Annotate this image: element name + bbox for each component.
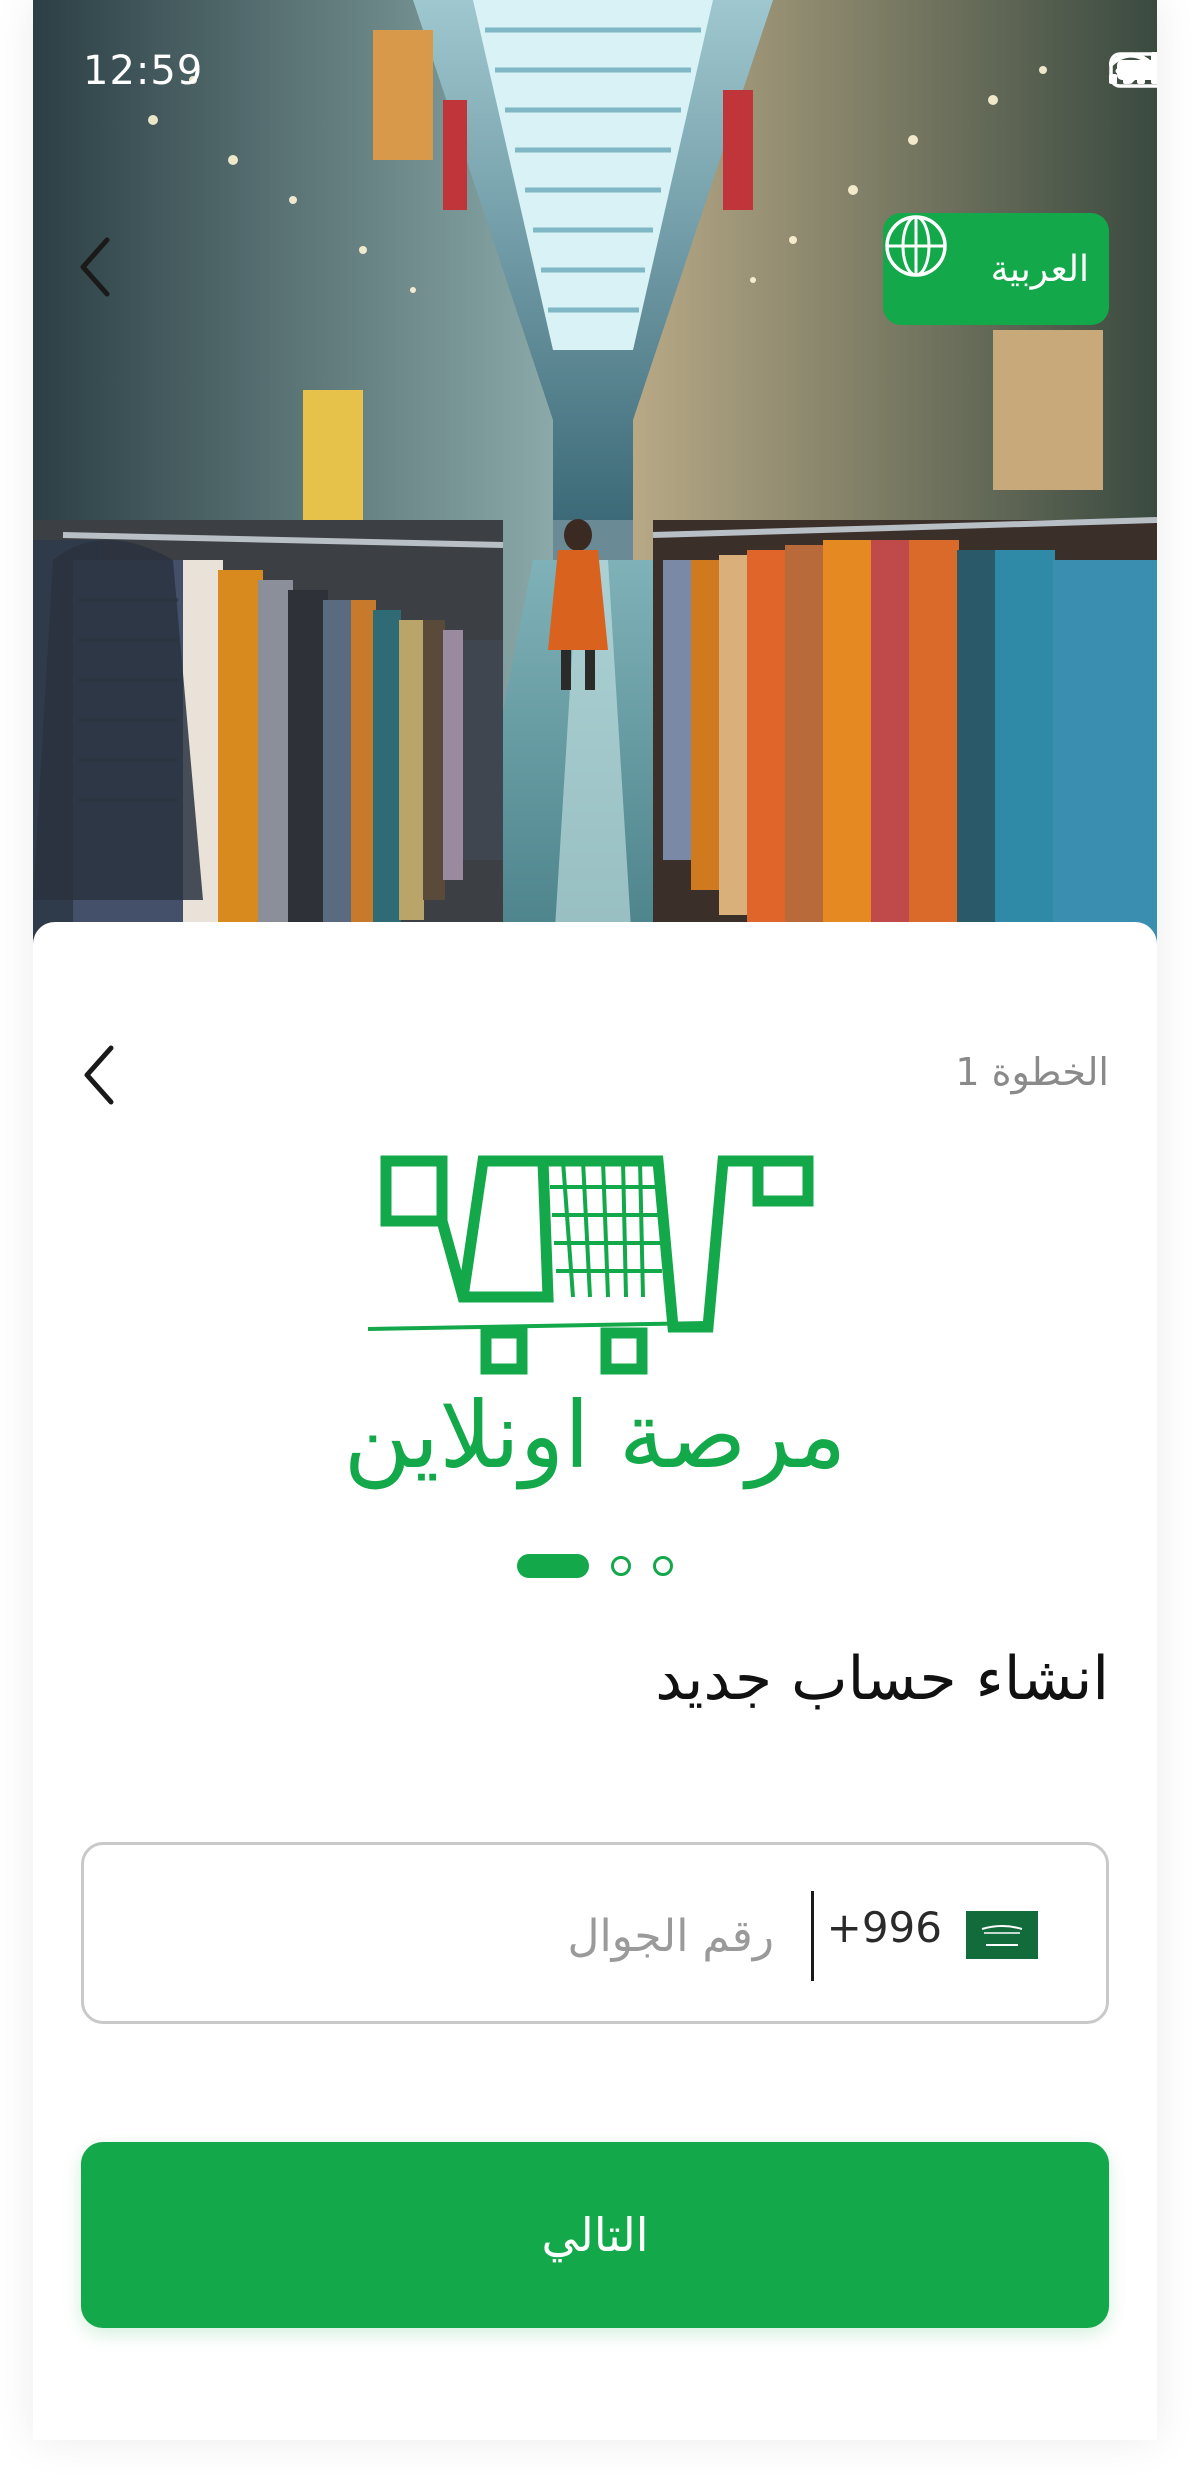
battery-icon	[1109, 52, 1157, 88]
pager-dot[interactable]	[653, 1556, 673, 1576]
saudi-flag-icon[interactable]	[966, 1911, 1038, 1959]
chevron-left-icon	[84, 1045, 114, 1105]
shopping-cart-logo-icon	[368, 1155, 814, 1375]
app-screen: 12:59 العربية الخطوة 1 مرصة اونلاين انشا…	[33, 0, 1157, 2440]
pager-dots	[33, 1554, 1157, 1578]
pager-dot-active[interactable]	[517, 1554, 589, 1578]
phone-field: +996	[81, 1842, 1109, 2024]
language-button-label: العربية	[990, 248, 1089, 290]
hero-image: 12:59 العربية	[33, 0, 1157, 960]
chevron-left-icon	[80, 237, 110, 297]
page-title: انشاء حساب جديد	[655, 1644, 1109, 1714]
brand-name: مرصة اونلاين	[343, 1382, 847, 1489]
hero-back-button[interactable]	[71, 232, 121, 302]
card-back-button[interactable]	[75, 1040, 125, 1110]
language-button[interactable]: العربية	[883, 213, 1109, 325]
next-button[interactable]: التالي	[81, 2142, 1109, 2328]
globe-icon	[885, 215, 947, 277]
mall-corridor-photo	[33, 0, 1157, 960]
phone-number-input[interactable]	[132, 1875, 776, 1997]
pager-dot[interactable]	[611, 1556, 631, 1576]
field-divider	[811, 1891, 814, 1981]
signup-card: الخطوة 1 مرصة اونلاين انشاء حساب جديد +9…	[33, 922, 1157, 2440]
step-label: الخطوة 1	[955, 1050, 1109, 1094]
dial-code[interactable]: +996	[827, 1903, 942, 1952]
status-time: 12:59	[83, 48, 204, 94]
